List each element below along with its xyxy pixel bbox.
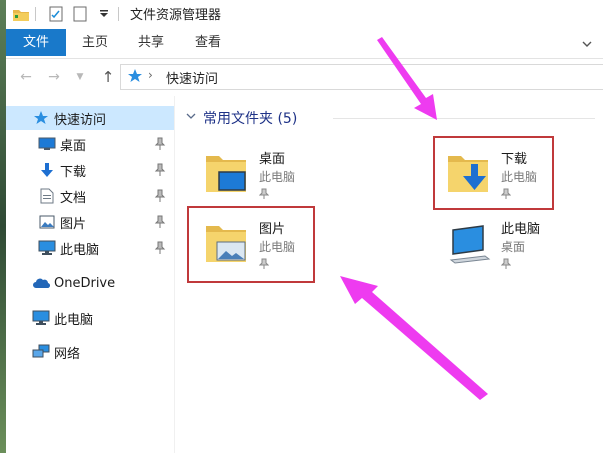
nav-item-pictures[interactable]: 图片 (6, 210, 174, 234)
navigation-pane: 快速访问 桌面 下载 文档 图片 此电脑 OneDrive 此电脑 网络 (6, 96, 175, 453)
nav-item-desktop[interactable]: 桌面 (6, 132, 174, 156)
computer-icon (445, 220, 491, 266)
tile-name: 此电脑 (501, 222, 541, 237)
pin-icon[interactable] (154, 189, 166, 203)
pin-icon (500, 258, 512, 270)
forward-arrow-icon[interactable]: → (44, 67, 64, 87)
pin-icon (258, 188, 270, 200)
highlight-box-pictures (187, 206, 315, 283)
nav-item-quick-access[interactable]: 快速访问 (6, 106, 174, 130)
tab-home[interactable]: 主页 (73, 29, 117, 56)
nav-label: 图片 (60, 216, 87, 232)
pin-icon[interactable] (154, 215, 166, 229)
nav-label: 此电脑 (60, 242, 100, 258)
folder-tile-this-pc[interactable]: 此电脑 桌面 (435, 214, 565, 278)
computer-icon (38, 240, 56, 256)
breadcrumb-quick-access[interactable]: 快速访问 (166, 68, 218, 87)
separator (35, 6, 36, 21)
breadcrumb-chevron-icon[interactable]: › (148, 68, 153, 82)
highlight-box-downloads (433, 136, 554, 210)
properties-icon[interactable] (47, 6, 65, 22)
tab-share[interactable]: 共享 (129, 29, 173, 56)
up-arrow-icon[interactable]: ↑ (98, 67, 118, 87)
desktop-icon (38, 136, 56, 152)
ribbon: 文件 主页 共享 查看 (6, 27, 603, 59)
address-bar[interactable]: › 快速访问 (120, 64, 603, 90)
nav-item-this-pc-pinned[interactable]: 此电脑 (6, 236, 174, 260)
new-folder-icon[interactable] (71, 6, 89, 22)
nav-label: 此电脑 (54, 312, 94, 328)
nav-item-onedrive[interactable]: OneDrive (6, 271, 174, 295)
pin-icon[interactable] (154, 241, 166, 255)
customize-toolbar-icon[interactable] (95, 6, 113, 22)
nav-item-downloads[interactable]: 下载 (6, 158, 174, 182)
nav-label: 文档 (60, 190, 87, 206)
group-title: 常用文件夹 (5) (203, 111, 298, 127)
star-icon (32, 110, 50, 126)
nav-label: 桌面 (60, 138, 87, 154)
folder-tile-desktop[interactable]: 桌面 此电脑 (193, 144, 323, 208)
separator (118, 6, 119, 21)
nav-label: OneDrive (54, 275, 116, 291)
expand-ribbon-icon[interactable] (579, 36, 595, 52)
tile-location: 此电脑 (259, 170, 296, 184)
computer-icon (32, 310, 50, 326)
content-pane: 常用文件夹 (5) 桌面 此电脑 下载 此电脑 图片 此电脑 此电脑 桌面 (175, 96, 603, 453)
network-icon (32, 344, 50, 360)
nav-label: 下载 (60, 164, 87, 180)
download-icon (38, 162, 56, 178)
nav-label: 快速访问 (54, 112, 107, 128)
quick-access-star-icon (127, 68, 143, 84)
cloud-icon (32, 275, 50, 291)
tab-file[interactable]: 文件 (6, 29, 66, 56)
pin-icon[interactable] (154, 137, 166, 151)
group-divider (333, 118, 595, 119)
tile-location: 桌面 (501, 240, 526, 254)
recent-locations-chevron-icon[interactable]: ▼ (70, 67, 90, 87)
nav-item-documents[interactable]: 文档 (6, 184, 174, 208)
window-title: 文件资源管理器 (130, 8, 222, 23)
tab-view[interactable]: 查看 (186, 29, 230, 56)
back-arrow-icon[interactable]: ← (16, 67, 36, 87)
folder-app-icon[interactable] (12, 6, 30, 22)
pictures-icon (38, 214, 56, 230)
nav-item-network[interactable]: 网络 (6, 340, 174, 364)
document-icon (38, 188, 56, 204)
pin-icon[interactable] (154, 163, 166, 177)
tile-name: 桌面 (259, 152, 286, 167)
title-bar: 文件资源管理器 (6, 0, 603, 27)
chevron-down-icon (185, 110, 197, 126)
address-toolbar: ← → ▼ ↑ › 快速访问 (6, 60, 603, 94)
nav-item-this-pc[interactable]: 此电脑 (6, 306, 174, 330)
desktop-folder-icon (203, 150, 249, 196)
nav-label: 网络 (54, 346, 81, 362)
group-header-frequent-folders[interactable]: 常用文件夹 (5) (185, 108, 297, 128)
